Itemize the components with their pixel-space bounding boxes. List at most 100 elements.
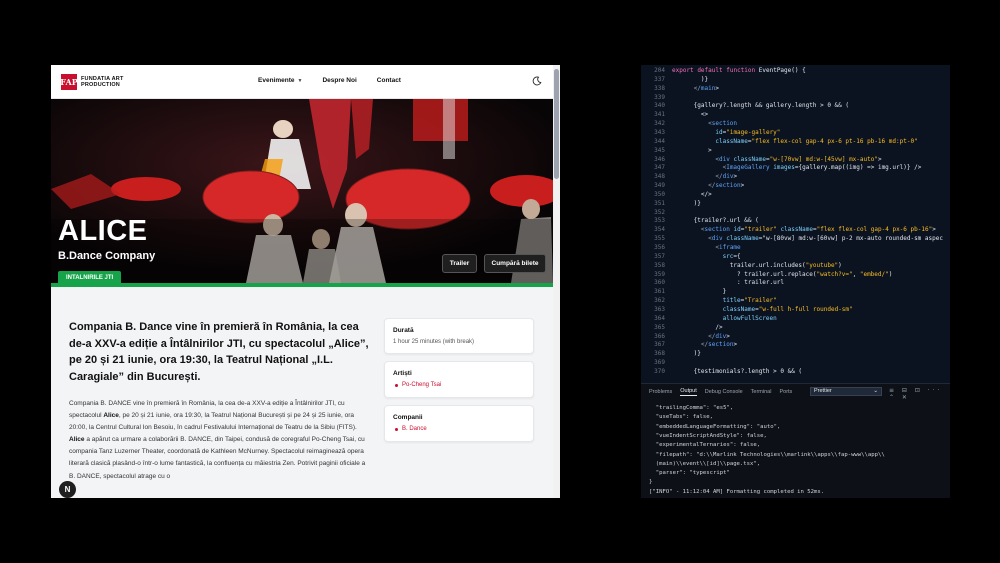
- chevron-down-icon: ▼: [297, 77, 303, 84]
- code-text: id="image-gallery": [715, 128, 781, 136]
- code-line[interactable]: 354 <section id="trailer" className="fle…: [641, 226, 950, 235]
- code-line[interactable]: 365 />: [641, 324, 950, 333]
- code-line[interactable]: 355 <div className="w-[80vw] md:w-[60vw]…: [641, 235, 950, 244]
- output-channel-select[interactable]: Prettier ⌄: [810, 387, 882, 396]
- code-line[interactable]: 367 </section>: [641, 341, 950, 350]
- output-channel-value: Prettier: [814, 388, 832, 394]
- line-number: 357: [654, 252, 665, 260]
- buy-tickets-button[interactable]: Cumpără bilete: [484, 254, 546, 273]
- chevron-down-icon: ⌄: [873, 388, 878, 394]
- panel-tab-debug-console[interactable]: Debug Console: [705, 389, 743, 395]
- companies-title: Companii: [393, 414, 423, 421]
- code-line[interactable]: 361 }: [641, 288, 950, 297]
- event-description: Compania B. DANCE vine în premieră în Ro…: [69, 398, 371, 483]
- panel-tab-terminal[interactable]: Terminal: [751, 389, 772, 395]
- code-line[interactable]: 364 allowFullScreen: [641, 315, 950, 324]
- code-line[interactable]: 358 trailer.url.includes("youtube"): [641, 262, 950, 271]
- code-line[interactable]: 339: [641, 94, 950, 103]
- code-line[interactable]: 345 >: [641, 147, 950, 156]
- code-line[interactable]: 347 <ImageGallery images={gallery.map((i…: [641, 164, 950, 173]
- page-scrollbar[interactable]: [553, 65, 560, 498]
- description-p2-a: a apărut ca urmare a colaborării B. DANC…: [69, 436, 366, 480]
- code-text: </div>: [708, 332, 730, 340]
- nav-about[interactable]: Despre Noi: [322, 77, 356, 84]
- panel-action-icons[interactable]: ≡ ⊟ ⊡ ··· ⌃ ✕: [889, 387, 950, 401]
- company-link[interactable]: B. Dance: [393, 426, 525, 432]
- code-line[interactable]: 341 <>: [641, 111, 950, 120]
- duration-title: Durată: [393, 327, 414, 334]
- event-tag[interactable]: INTALNIRILE JTI: [58, 271, 122, 284]
- code-text: </section>: [700, 341, 738, 349]
- code-line[interactable]: 368 )}: [641, 350, 950, 359]
- panel-tab-output[interactable]: Output: [680, 388, 697, 396]
- line-number: 349: [654, 182, 665, 190]
- code-line[interactable]: 356 <iframe: [641, 244, 950, 253]
- output-line: "filepath": "d:\\Marlink Technologies\\m…: [649, 451, 885, 458]
- logo-mark: FAP: [60, 74, 78, 90]
- code-line[interactable]: 362 title="Trailer": [641, 297, 950, 306]
- code-line[interactable]: 360 : trailer.url: [641, 279, 950, 288]
- code-text: </>: [672, 190, 712, 198]
- nav-events[interactable]: Evenimente ▼: [258, 77, 302, 84]
- code-line[interactable]: 337 )}: [641, 76, 950, 85]
- trailer-button[interactable]: Trailer: [442, 254, 477, 273]
- code-line[interactable]: 340 {gallery?.length && gallery.length >…: [641, 102, 950, 111]
- moon-icon[interactable]: [532, 76, 542, 86]
- code-line[interactable]: 363 className="w-full h-full rounded-sm": [641, 306, 950, 315]
- line-number: 363: [654, 305, 665, 313]
- main-menu: Evenimente ▼ Despre Noi Contact: [258, 77, 401, 84]
- code-line[interactable]: 350 </>: [641, 191, 950, 200]
- code-text: </main>: [693, 84, 719, 92]
- code-line[interactable]: 346 <div className="w-[70vw] md:w-[45vw]…: [641, 156, 950, 165]
- line-number: 369: [654, 359, 665, 367]
- line-number: 359: [654, 270, 665, 278]
- output-line: "vueIndentScriptAndStyle": false,: [649, 432, 767, 439]
- code-line[interactable]: 348 </div>: [641, 173, 950, 182]
- code-text: title="Trailer": [722, 297, 777, 305]
- code-text: <section: [708, 120, 738, 128]
- duration-card: Durată 1 hour 25 minutes (with break): [384, 318, 534, 354]
- code-area[interactable]: 204 export default function EventPage() {…: [641, 65, 950, 383]
- scrollbar-thumb[interactable]: [554, 69, 559, 179]
- line-number: 340: [654, 102, 665, 110]
- line-number: 362: [654, 297, 665, 305]
- floating-action-button[interactable]: N: [59, 481, 76, 498]
- output-line: ["INFO" - 11:12:04 AM] Formatting comple…: [649, 488, 825, 495]
- site-logo[interactable]: FAP FUNDATIA ART PRODUCTION: [60, 74, 124, 90]
- code-line[interactable]: 353 {trailer?.url && (: [641, 217, 950, 226]
- code-line[interactable]: 369: [641, 359, 950, 368]
- code-line[interactable]: 370 {testimonials?.length > 0 && (: [641, 368, 950, 377]
- line-number: 368: [654, 350, 665, 358]
- output-line: (main)\\event\\[id]\\page.tsx",: [649, 460, 761, 467]
- hero-title: ALICE: [58, 215, 148, 247]
- code-line[interactable]: 344 className="flex flex-col gap-4 px-6 …: [641, 138, 950, 147]
- code-text: <iframe: [715, 244, 741, 251]
- line-number: 360: [654, 279, 665, 287]
- line-number: 352: [654, 208, 665, 216]
- line-number: 367: [654, 341, 665, 349]
- line-number: 337: [654, 75, 665, 83]
- code-text: className="flex flex-col gap-4 px-6 pt-1…: [715, 137, 918, 145]
- output-line: "experimentalTernaries": false,: [649, 442, 761, 449]
- output-line: "embeddedLanguageFormatting": "auto",: [649, 423, 781, 430]
- code-line[interactable]: 204 export default function EventPage() {: [641, 67, 950, 76]
- line-number: 366: [654, 332, 665, 340]
- panel-tab-ports[interactable]: Ports: [779, 389, 792, 395]
- code-editor: 204 export default function EventPage() {…: [641, 65, 950, 498]
- code-line[interactable]: 359 ? trailer.url.replace("watch?v=", "e…: [641, 271, 950, 280]
- code-line[interactable]: 342 <section: [641, 120, 950, 129]
- code-line[interactable]: 352: [641, 209, 950, 218]
- artist-link[interactable]: Po-Cheng Tsai: [393, 382, 525, 388]
- code-line[interactable]: 357 src={: [641, 253, 950, 262]
- code-line[interactable]: 366 </div>: [641, 333, 950, 342]
- code-line[interactable]: 343 id="image-gallery": [641, 129, 950, 138]
- line-number: 346: [654, 155, 665, 163]
- nav-contact[interactable]: Contact: [377, 77, 401, 84]
- output-line: }: [649, 479, 653, 486]
- panel-tab-problems[interactable]: Problems: [649, 389, 672, 395]
- code-line[interactable]: 351 )}: [641, 200, 950, 209]
- companies-card: Companii B. Dance: [384, 405, 534, 442]
- code-line[interactable]: 349 </section>: [641, 182, 950, 191]
- artists-title: Artiști: [393, 370, 412, 377]
- code-line[interactable]: 338 </main>: [641, 85, 950, 94]
